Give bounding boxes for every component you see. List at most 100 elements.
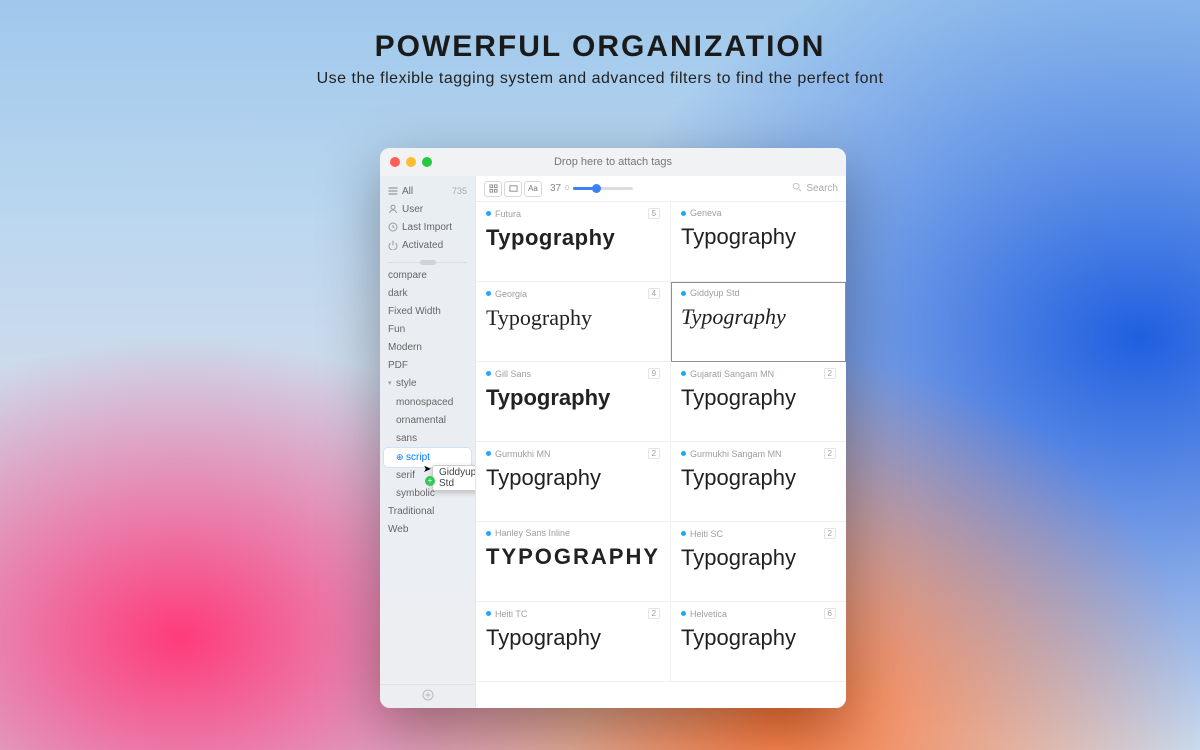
font-style-count: 2 [824, 368, 836, 379]
font-name: Gurmukhi MN [495, 449, 551, 459]
sidebar-activated-label: Activated [402, 240, 443, 251]
sidebar-all-label: All [402, 186, 413, 197]
tag-compare[interactable]: compare [380, 267, 475, 285]
tag-web[interactable]: Web [380, 521, 475, 539]
size-min: 0 [565, 185, 569, 192]
sidebar-activated[interactable]: Activated [388, 236, 467, 254]
sidebar-last-import-label: Last Import [402, 222, 452, 233]
font-name: Geneva [690, 208, 722, 218]
font-sample: Typography [681, 547, 836, 569]
status-dot-icon [486, 451, 491, 456]
font-card[interactable]: Heiti SC2Typography [671, 522, 846, 602]
font-card[interactable]: Helvetica 6 Typography [671, 602, 846, 682]
font-card[interactable]: Gurmukhi Sangam MN2Typography [671, 442, 846, 522]
font-card[interactable]: Gurmukhi MN 2 Typography [476, 442, 671, 522]
font-sample: Typography [486, 546, 660, 568]
font-style-count: 2 [824, 528, 836, 539]
window-titlebar[interactable]: Drop here to attach tags [380, 148, 846, 176]
main-panel: Aa 37 0 [476, 176, 846, 708]
power-icon [388, 240, 398, 250]
sidebar-user-label: User [402, 204, 423, 215]
status-dot-icon [486, 611, 491, 616]
font-name: Futura [495, 209, 521, 219]
font-sample: Typography [486, 227, 660, 249]
hero-title: POWERFUL ORGANIZATION [0, 30, 1200, 64]
size-slider[interactable] [573, 187, 633, 190]
tag-fixed-width[interactable]: Fixed Width [380, 303, 475, 321]
status-dot-icon [486, 531, 491, 536]
status-dot-icon [681, 451, 686, 456]
app-window: Drop here to attach tags All 735 [380, 148, 846, 708]
status-dot-icon [681, 531, 686, 536]
font-sample: Typography [486, 467, 660, 489]
font-card[interactable]: Heiti TC2Typography [476, 602, 671, 682]
status-dot-icon [681, 371, 686, 376]
font-card[interactable]: Hanley Sans Inline Typography [476, 522, 671, 602]
font-sample: Typography [681, 627, 836, 649]
sidebar-user[interactable]: User [388, 200, 467, 218]
font-style-count: 2 [648, 448, 660, 459]
font-style-count: 4 [648, 288, 660, 299]
font-card[interactable]: Georgia 4 Typography [476, 282, 671, 362]
tag-script[interactable]: script [384, 448, 471, 467]
status-dot-icon [486, 371, 491, 376]
toolbar: Aa 37 0 [476, 176, 846, 202]
font-style-count: 9 [648, 368, 660, 379]
font-style-count: 2 [648, 608, 660, 619]
status-dot-icon [486, 211, 491, 216]
font-sample: Typography [486, 627, 660, 649]
tag-monospaced[interactable]: monospaced [380, 394, 475, 412]
font-name: Gujarati Sangam MN [690, 369, 774, 379]
font-card[interactable]: Futura 5 Typography [476, 202, 671, 282]
view-grid-button[interactable] [484, 181, 502, 197]
font-name: Helvetica [690, 609, 727, 619]
search-placeholder: Search [806, 183, 838, 194]
status-dot-icon [486, 291, 491, 296]
sidebar: All 735 User Last Import [380, 176, 476, 708]
tag-dark[interactable]: dark [380, 285, 475, 303]
sidebar-add-tag[interactable] [380, 684, 475, 708]
size-value: 37 [550, 183, 561, 194]
font-name: Hanley Sans Inline [495, 528, 570, 538]
user-icon [388, 204, 398, 214]
font-name: Georgia [495, 289, 527, 299]
view-glyphs-label: Aa [528, 184, 538, 193]
font-grid[interactable]: Futura5TypographyGenevaTypographyGeorgia… [476, 202, 846, 708]
list-icon [388, 186, 398, 196]
font-style-count: 2 [824, 448, 836, 459]
font-style-count: 6 [824, 608, 836, 619]
tag-pdf[interactable]: PDF [380, 357, 475, 375]
sidebar-last-import[interactable]: Last Import [388, 218, 467, 236]
font-card[interactable]: Gill Sans9Typography [476, 362, 671, 442]
font-card[interactable]: Gujarati Sangam MN2Typography [671, 362, 846, 442]
font-card[interactable]: Giddyup Std Typography [671, 282, 846, 362]
tag-modern[interactable]: Modern [380, 339, 475, 357]
font-name: Gill Sans [495, 369, 531, 379]
font-sample: Typography [681, 306, 836, 328]
tag-ornamental[interactable]: ornamental [380, 412, 475, 430]
tag-serif[interactable]: serif [380, 467, 475, 485]
font-sample: Typography [681, 226, 836, 248]
sidebar-divider[interactable] [388, 262, 467, 263]
view-single-button[interactable] [504, 181, 522, 197]
search-icon [792, 182, 802, 195]
slider-thumb[interactable] [592, 184, 601, 193]
font-name: Giddyup Std [690, 288, 740, 298]
font-card[interactable]: Geneva Typography [671, 202, 846, 282]
sidebar-all[interactable]: All 735 [388, 182, 467, 200]
status-dot-icon [681, 291, 686, 296]
tag-sans[interactable]: sans [380, 430, 475, 448]
tag-list: comparedarkFixed WidthFunModernPDFstylem… [380, 265, 475, 684]
font-sample: Typography [486, 307, 660, 329]
status-dot-icon [681, 611, 686, 616]
search-field[interactable]: Search [792, 182, 838, 195]
window-title: Drop here to attach tags [380, 156, 846, 168]
font-style-count: 5 [648, 208, 660, 219]
tag-style[interactable]: style [380, 375, 475, 394]
view-glyphs-button[interactable]: Aa [524, 181, 542, 197]
tag-fun[interactable]: Fun [380, 321, 475, 339]
tag-traditional[interactable]: Traditional [380, 503, 475, 521]
plus-circle-icon [422, 689, 434, 704]
hero-subtitle: Use the flexible tagging system and adva… [0, 70, 1200, 88]
tag-symbolic[interactable]: symbolic [380, 485, 475, 503]
